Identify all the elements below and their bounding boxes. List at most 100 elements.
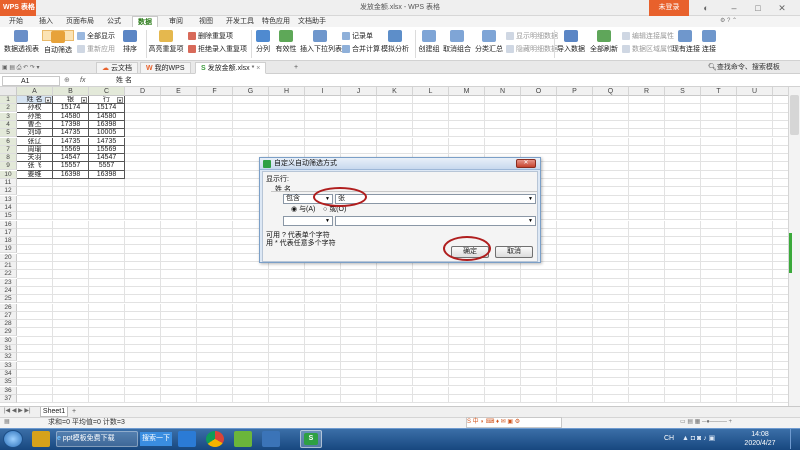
empty-cell[interactable] [89,295,125,304]
empty-cell[interactable] [413,295,449,304]
empty-cell[interactable] [341,112,377,121]
empty-cell[interactable] [89,228,125,238]
empty-cell[interactable] [485,361,521,370]
empty-cell[interactable] [161,386,197,395]
empty-cell[interactable] [89,386,125,395]
empty-cell[interactable] [305,336,341,345]
empty-cell[interactable] [485,112,521,121]
empty-cell[interactable] [593,295,629,304]
empty-cell[interactable] [701,212,737,221]
empty-cell[interactable] [161,237,197,246]
empty-cell[interactable] [377,112,413,121]
empty-cell[interactable] [521,295,557,304]
empty-cell[interactable] [593,262,629,271]
empty-cell[interactable] [269,328,305,337]
row-header[interactable]: 13 [0,195,17,204]
empty-cell[interactable] [737,311,773,321]
empty-cell[interactable] [737,96,773,105]
column-header[interactable]: M [449,87,485,96]
empty-cell[interactable] [413,369,449,379]
data-region-button[interactable]: 数据区域属性 [622,44,674,55]
empty-cell[interactable] [593,245,629,254]
empty-cell[interactable] [737,112,773,121]
table-cell[interactable]: 14547 [53,154,89,163]
column-header[interactable]: H [269,87,305,96]
empty-cell[interactable] [773,179,788,188]
empty-cell[interactable] [269,394,305,404]
empty-cell[interactable] [557,361,593,370]
empty-cell[interactable] [89,361,125,370]
empty-cell[interactable] [341,145,377,155]
empty-cell[interactable] [701,394,737,404]
show-desktop-button[interactable] [790,429,800,449]
empty-cell[interactable] [269,120,305,130]
media-app-icon[interactable] [262,431,280,447]
empty-cell[interactable] [413,320,449,329]
empty-cell[interactable] [161,220,197,229]
empty-cell[interactable] [737,203,773,213]
empty-cell[interactable] [269,361,305,370]
empty-cell[interactable] [629,378,665,387]
table-cell[interactable]: 曹丕 [17,120,53,130]
empty-cell[interactable] [17,394,53,404]
empty-cell[interactable] [773,320,788,329]
empty-cell[interactable] [269,386,305,395]
empty-cell[interactable] [593,137,629,146]
table-cell[interactable]: 15174 [53,104,89,113]
empty-cell[interactable] [629,195,665,204]
empty-cell[interactable] [557,187,593,196]
fx-icon[interactable]: fx [80,76,92,86]
empty-cell[interactable] [521,104,557,113]
empty-cell[interactable] [125,328,161,337]
start-button[interactable] [3,430,23,448]
empty-cell[interactable] [737,286,773,296]
empty-cell[interactable] [701,170,737,179]
empty-cell[interactable] [161,129,197,138]
empty-cell[interactable] [557,104,593,113]
empty-cell[interactable] [737,104,773,113]
empty-cell[interactable] [665,286,701,296]
empty-cell[interactable] [233,336,269,345]
column-header[interactable]: N [485,87,521,96]
table-cell[interactable]: 孙策 [17,112,53,121]
empty-cell[interactable] [557,270,593,279]
empty-cell[interactable] [485,270,521,279]
menu-home[interactable]: 开始 [4,16,28,27]
empty-cell[interactable] [53,179,89,188]
empty-cell[interactable] [233,112,269,121]
table-cell[interactable]: 14547 [89,154,125,163]
empty-cell[interactable] [557,137,593,146]
sheet-nav-arrows[interactable]: |◀ ◀ ▶ ▶| [4,407,36,416]
empty-cell[interactable] [197,336,233,345]
table-header-cell[interactable]: 行 ▼ [89,96,125,105]
empty-cell[interactable] [449,129,485,138]
empty-cell[interactable] [737,179,773,188]
empty-cell[interactable] [89,336,125,345]
empty-cell[interactable] [269,311,305,321]
empty-cell[interactable] [413,104,449,113]
empty-cell[interactable] [629,278,665,287]
empty-cell[interactable] [341,369,377,379]
empty-cell[interactable] [233,96,269,105]
empty-cell[interactable] [161,336,197,345]
empty-cell[interactable] [737,353,773,362]
empty-cell[interactable] [89,378,125,387]
empty-cell[interactable] [197,262,233,271]
tab-cloud-docs[interactable]: ☁ 云文档 [96,62,138,74]
table-cell[interactable]: 16398 [89,170,125,179]
empty-cell[interactable] [305,345,341,354]
empty-cell[interactable] [269,129,305,138]
empty-cell[interactable] [449,336,485,345]
empty-cell[interactable] [737,187,773,196]
empty-cell[interactable] [377,295,413,304]
empty-cell[interactable] [773,312,788,321]
empty-cell[interactable] [413,129,449,138]
row-header[interactable]: 25 [0,295,17,304]
empty-cell[interactable] [737,145,773,155]
create-group-button[interactable]: 创建组 [417,30,441,53]
empty-cell[interactable] [593,353,629,362]
search-once-button[interactable]: 搜索一下 [140,432,172,446]
empty-cell[interactable] [197,120,233,130]
row-header[interactable]: 31 [0,345,17,353]
empty-cell[interactable] [377,104,413,113]
